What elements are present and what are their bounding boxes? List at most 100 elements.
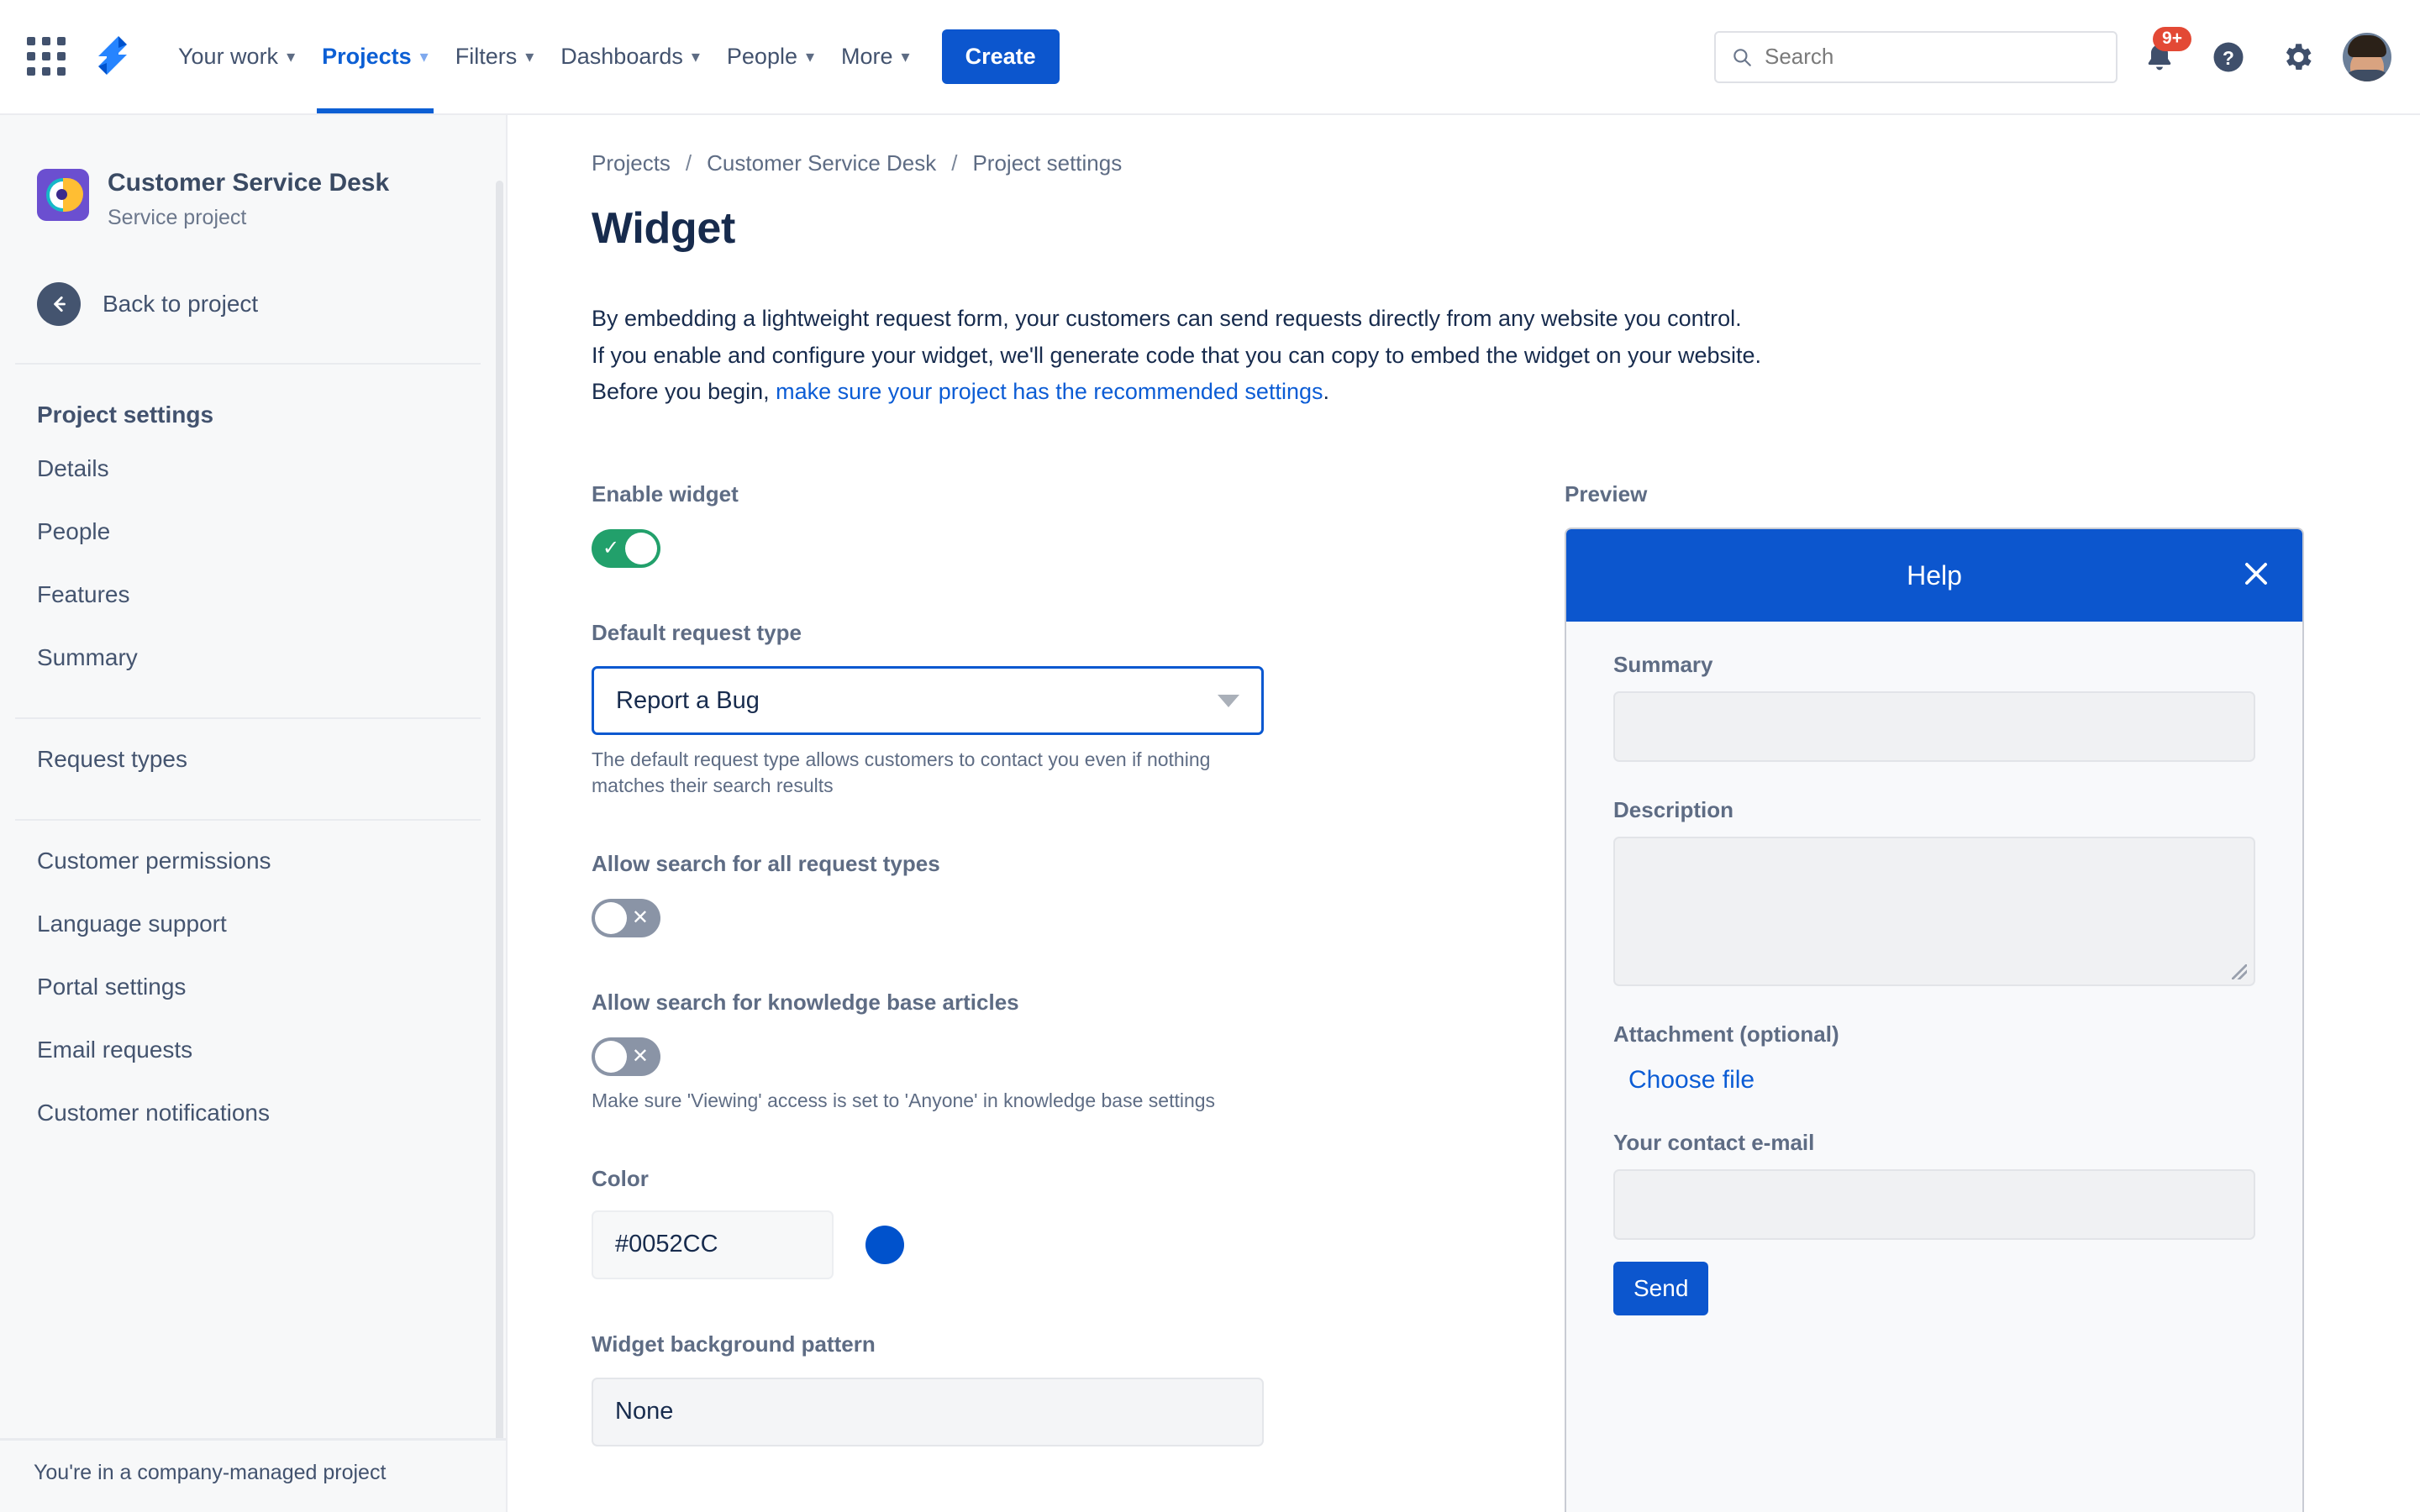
project-type: Service project	[108, 206, 389, 230]
preview-email-input[interactable]	[1613, 1169, 2255, 1240]
page-title: Widget	[509, 176, 2420, 254]
arrow-left-circle-icon	[37, 282, 81, 326]
default-request-type-label: Default request type	[592, 620, 1281, 646]
nav-item-label: Filters	[455, 44, 518, 70]
primary-nav-items: Your work ▾ Projects ▾ Filters ▾ Dashboa…	[165, 0, 923, 113]
enable-widget-toggle[interactable]: ✓	[592, 529, 660, 568]
nav-item-more[interactable]: More ▾	[828, 0, 923, 113]
choose-file-button[interactable]: Choose file	[1628, 1066, 2255, 1095]
project-name: Customer Service Desk	[108, 169, 389, 198]
settings-button[interactable]	[2270, 30, 2324, 84]
nav-item-your-work[interactable]: Your work ▾	[165, 0, 308, 113]
chevron-down-icon: ▾	[902, 49, 910, 66]
nav-item-label: People	[727, 44, 797, 70]
check-icon: ✓	[602, 538, 619, 559]
search-input[interactable]	[1765, 44, 2101, 70]
preview-attachment-label: Attachment (optional)	[1613, 1021, 2255, 1047]
breadcrumb-separator: /	[686, 150, 692, 176]
color-row: #0052CC	[592, 1210, 1281, 1279]
jira-logo-icon[interactable]	[89, 34, 136, 81]
chevron-down-icon: ▾	[525, 49, 534, 66]
breadcrumb-item-project-settings[interactable]: Project settings	[972, 150, 1122, 176]
color-input[interactable]: #0052CC	[592, 1210, 834, 1279]
sidebar-item-language-support[interactable]: Language support	[0, 901, 506, 947]
notifications-button[interactable]: 9+	[2133, 30, 2186, 84]
widget-preview-panel: Preview Help Summary	[1565, 481, 2304, 1512]
back-to-project-label: Back to project	[103, 291, 258, 318]
sidebar-divider	[15, 717, 481, 719]
nav-item-dashboards[interactable]: Dashboards ▾	[547, 0, 713, 113]
breadcrumb: Projects / Customer Service Desk / Proje…	[509, 115, 2420, 176]
preview-description-textarea[interactable]	[1613, 837, 2255, 986]
chevron-down-icon: ▾	[287, 49, 295, 66]
search-box[interactable]	[1714, 31, 2118, 83]
close-x-icon[interactable]	[2240, 558, 2272, 593]
help-button[interactable]: ?	[2202, 30, 2255, 84]
nav-item-filters[interactable]: Filters ▾	[442, 0, 548, 113]
intro-line-3: Before you begin, make sure your project…	[592, 374, 2081, 411]
allow-search-all-field: Allow search for all request types ✕	[592, 851, 1281, 937]
back-to-project-link[interactable]: Back to project	[0, 230, 506, 326]
allow-search-kb-toggle[interactable]: ✕	[592, 1037, 660, 1076]
allow-search-all-toggle[interactable]: ✕	[592, 899, 660, 937]
sidebar-item-email-requests[interactable]: Email requests	[0, 1027, 506, 1073]
preview-attachment-field: Attachment (optional) Choose file	[1613, 1021, 2255, 1095]
recommended-settings-link[interactable]: make sure your project has the recommend…	[776, 379, 1323, 404]
chevron-down-icon: ▾	[806, 49, 814, 66]
chevron-down-icon	[1218, 695, 1239, 707]
sidebar-scrollbar[interactable]	[496, 181, 503, 1491]
resize-grip-icon[interactable]	[2232, 964, 2247, 979]
grid-apps-icon[interactable]	[27, 37, 67, 77]
sidebar-item-details[interactable]: Details	[0, 446, 506, 491]
chevron-down-icon: ▾	[692, 49, 700, 66]
toggle-knob	[625, 533, 657, 564]
breadcrumb-item-customer-service-desk[interactable]: Customer Service Desk	[707, 150, 936, 176]
color-field: Color #0052CC	[592, 1166, 1281, 1279]
sidebar-item-people[interactable]: People	[0, 509, 506, 554]
close-x-icon: ✕	[632, 908, 649, 928]
sidebar-section-title: Project settings	[0, 365, 506, 428]
nav-item-label: Projects	[322, 44, 412, 70]
sidebar-project-header[interactable]: Customer Service Desk Service project	[0, 115, 506, 230]
background-pattern-field: Widget background pattern None	[592, 1331, 1281, 1446]
create-button[interactable]: Create	[942, 29, 1060, 84]
widget-preview-header: Help	[1566, 529, 2302, 622]
help-circle-icon: ?	[2211, 39, 2246, 75]
intro-line-3-prefix: Before you begin,	[592, 379, 776, 404]
sidebar-group-customer: Customer permissions Language support Po…	[0, 838, 506, 1136]
sidebar-item-features[interactable]: Features	[0, 572, 506, 617]
default-request-type-hint: The default request type allows customer…	[592, 747, 1230, 799]
preview-summary-input[interactable]	[1613, 691, 2255, 762]
send-button[interactable]: Send	[1613, 1262, 1708, 1315]
default-request-type-select[interactable]: Report a Bug	[592, 666, 1264, 735]
preview-description-label: Description	[1613, 797, 2255, 823]
preview-label: Preview	[1565, 481, 2304, 507]
sidebar-item-summary[interactable]: Summary	[0, 635, 506, 680]
svg-text:?: ?	[2223, 46, 2234, 68]
color-swatch[interactable]	[865, 1226, 904, 1264]
allow-search-kb-hint: Make sure 'Viewing' access is set to 'An…	[592, 1088, 1230, 1114]
breadcrumb-item-projects[interactable]: Projects	[592, 150, 671, 176]
nav-item-label: More	[841, 44, 893, 70]
nav-item-projects[interactable]: Projects ▾	[308, 0, 442, 113]
sidebar-footer-note: You're in a company-managed project	[0, 1438, 508, 1512]
background-pattern-label: Widget background pattern	[592, 1331, 1281, 1357]
close-x-icon: ✕	[632, 1047, 649, 1067]
enable-widget-label: Enable widget	[592, 481, 1281, 507]
main-content: Projects / Customer Service Desk / Proje…	[509, 115, 2420, 1512]
intro-line-3-suffix: .	[1323, 379, 1329, 404]
user-avatar[interactable]	[2343, 33, 2391, 81]
sidebar-item-request-types[interactable]: Request types	[0, 737, 506, 782]
nav-item-people[interactable]: People ▾	[713, 0, 828, 113]
intro-line-2: If you enable and configure your widget,…	[592, 338, 2081, 375]
background-pattern-select[interactable]: None	[592, 1378, 1264, 1446]
widget-preview-body: Summary Description Attachment (optional…	[1566, 622, 2302, 1512]
sidebar-item-customer-permissions[interactable]: Customer permissions	[0, 838, 506, 884]
allow-search-all-label: Allow search for all request types	[592, 851, 1281, 877]
top-navigation-bar: Your work ▾ Projects ▾ Filters ▾ Dashboa…	[0, 0, 2420, 115]
sidebar-item-customer-notifications[interactable]: Customer notifications	[0, 1090, 506, 1136]
sidebar-item-portal-settings[interactable]: Portal settings	[0, 964, 506, 1010]
background-pattern-value: None	[615, 1398, 673, 1425]
sidebar-group-general: Details People Features Summary	[0, 446, 506, 680]
service-project-icon	[37, 169, 89, 221]
